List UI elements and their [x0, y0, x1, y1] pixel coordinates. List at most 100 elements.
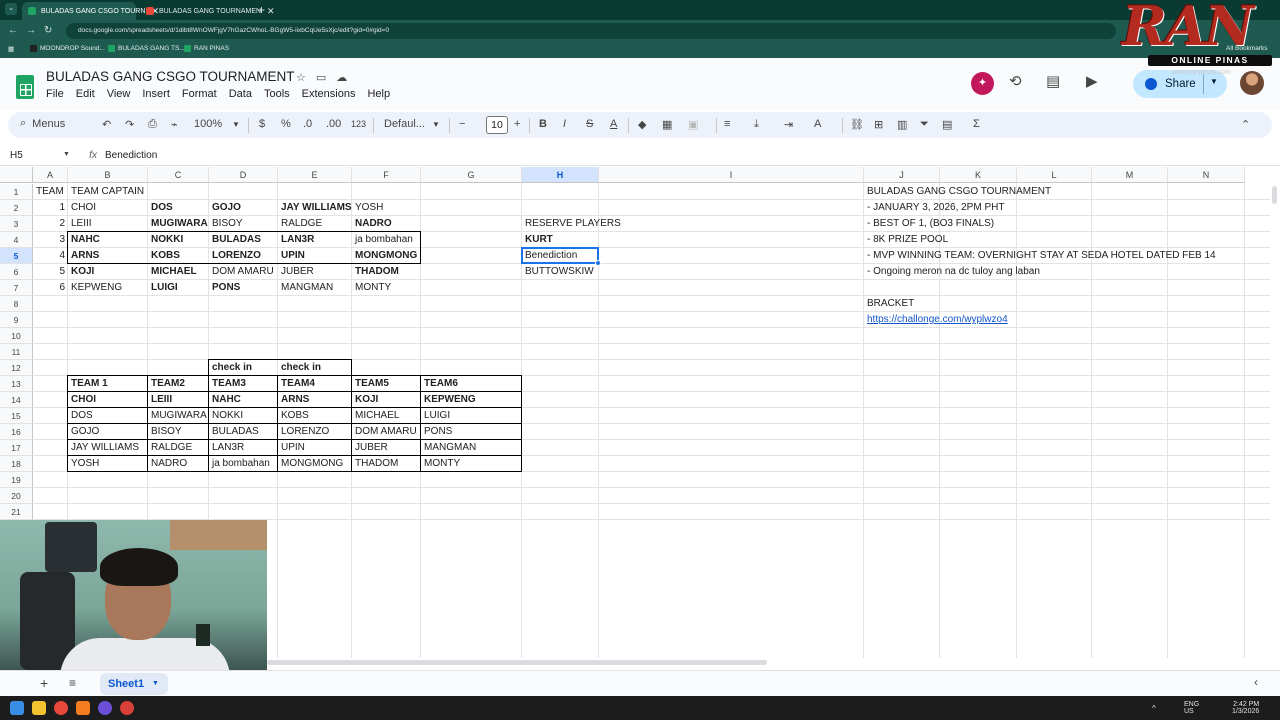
functions-icon[interactable]: Σ — [973, 118, 980, 130]
chevron-down-icon[interactable]: ▼ — [152, 673, 159, 695]
reserve-player-selected[interactable]: Benediction — [522, 248, 599, 264]
bookmark-moondrop[interactable]: MOONDROP Sound... — [30, 45, 105, 52]
increase-decimal-button[interactable]: .00 — [326, 118, 341, 130]
decrease-decimal-button[interactable]: .0 — [303, 118, 312, 130]
comments-icon[interactable]: ▤ — [1046, 72, 1060, 90]
text-color-icon[interactable]: A — [610, 118, 617, 130]
increase-font-size-icon[interactable]: + — [514, 118, 520, 130]
horizontal-align-icon[interactable]: ≡ — [724, 118, 730, 130]
language-indicator[interactable]: ENG US — [1184, 701, 1199, 715]
column-header-h[interactable]: H — [522, 167, 599, 183]
chevron-down-icon[interactable]: ▼ — [232, 120, 240, 129]
apps-icon[interactable]: ▦ — [8, 45, 14, 53]
column-header-a[interactable]: A — [33, 167, 68, 183]
row-header-17[interactable]: 17 — [0, 440, 33, 456]
row-header-21[interactable]: 21 — [0, 504, 33, 520]
menu-file[interactable]: File — [46, 88, 64, 100]
add-sheet-icon[interactable]: + — [40, 675, 48, 691]
row-header-4[interactable]: 4 — [0, 232, 33, 248]
column-header-l[interactable]: L — [1017, 167, 1092, 183]
row-header-12[interactable]: 12 — [0, 360, 33, 376]
all-sheets-icon[interactable]: ≡ — [69, 676, 76, 690]
app-icon[interactable] — [76, 701, 90, 715]
close-icon[interactable]: ✕ — [267, 6, 275, 17]
menu-extensions[interactable]: Extensions — [302, 88, 356, 100]
row-header-18[interactable]: 18 — [0, 456, 33, 472]
filter-icon[interactable]: ⏷ — [920, 118, 929, 131]
row-header-20[interactable]: 20 — [0, 488, 33, 504]
decrease-font-size-icon[interactable]: − — [459, 118, 465, 130]
column-header-n[interactable]: N — [1168, 167, 1245, 183]
avatar[interactable] — [1240, 71, 1264, 95]
zoom-select[interactable]: 100% — [194, 118, 222, 130]
row-header-19[interactable]: 19 — [0, 472, 33, 488]
row-header-16[interactable]: 16 — [0, 424, 33, 440]
insert-link-icon[interactable]: ⛓ — [850, 118, 864, 131]
column-header-j[interactable]: J — [864, 167, 940, 183]
reload-icon[interactable]: ↻ — [44, 25, 52, 36]
menu-data[interactable]: Data — [229, 88, 252, 100]
sheet-tab[interactable]: Sheet1 ▼ — [100, 673, 168, 695]
redo-icon[interactable]: ↷ — [125, 118, 134, 131]
column-header-k[interactable]: K — [940, 167, 1017, 183]
column-header-g[interactable]: G — [421, 167, 522, 183]
document-title[interactable]: BULADAS GANG CSGO TOURNAMENT — [46, 69, 295, 84]
merge-cells-icon[interactable]: ▣ — [688, 118, 698, 131]
meet-icon[interactable]: ▶ — [1086, 72, 1098, 90]
insert-comment-icon[interactable]: ⊞ — [874, 118, 883, 131]
undo-icon[interactable]: ↶ — [102, 118, 111, 131]
row-header-2[interactable]: 2 — [0, 200, 33, 216]
new-tab-icon[interactable]: + — [258, 3, 265, 17]
start-icon[interactable] — [10, 701, 24, 715]
row-header-5[interactable]: 5 — [0, 248, 33, 264]
browser-tab[interactable]: BULADAS GANG TOURNAMEN ✕ — [140, 2, 275, 20]
row-header-10[interactable]: 10 — [0, 328, 33, 344]
move-folder-icon[interactable]: ▭ — [316, 71, 326, 84]
text-rotation-icon[interactable]: A — [814, 118, 821, 130]
browser-tab-active[interactable]: BULADAS GANG CSGO TOURN ✕ — [22, 2, 159, 20]
bookmark-buladas[interactable]: BULADAS GANG TS... — [108, 45, 185, 52]
discord-icon[interactable] — [98, 701, 112, 715]
row-header-6[interactable]: 6 — [0, 264, 33, 280]
column-header-b[interactable]: B — [68, 167, 148, 183]
back-icon[interactable]: ← — [8, 25, 18, 36]
column-header-d[interactable]: D — [209, 167, 278, 183]
row-header-13[interactable]: 13 — [0, 376, 33, 392]
version-history-icon[interactable]: ⟲ — [1009, 72, 1022, 90]
column-header-c[interactable]: C — [148, 167, 209, 183]
row-header-3[interactable]: 3 — [0, 216, 33, 232]
row-header-7[interactable]: 7 — [0, 280, 33, 296]
print-icon[interactable]: ⎙ — [148, 118, 157, 131]
italic-icon[interactable]: I — [563, 118, 566, 130]
vertical-align-icon[interactable]: ⤓ — [754, 118, 759, 131]
app-icon[interactable] — [120, 701, 134, 715]
strikethrough-icon[interactable]: S — [586, 118, 593, 130]
column-header-i[interactable]: I — [599, 167, 864, 183]
chevron-down-icon[interactable]: ▼ — [1210, 77, 1218, 86]
filter-views-icon[interactable]: ▤ — [942, 118, 952, 131]
chevron-down-icon[interactable]: ▼ — [432, 120, 440, 129]
fill-color-icon[interactable]: ◆ — [638, 118, 646, 131]
borders-icon[interactable]: ▦ — [662, 118, 672, 131]
row-header-1[interactable]: 1 — [0, 184, 33, 200]
tray-chevron-icon[interactable]: ^ — [1152, 705, 1156, 713]
column-header-e[interactable]: E — [278, 167, 352, 183]
row-header-15[interactable]: 15 — [0, 408, 33, 424]
text-wrapping-icon[interactable]: ⇥ — [784, 118, 793, 131]
menu-edit[interactable]: Edit — [76, 88, 95, 100]
menu-tools[interactable]: Tools — [264, 88, 290, 100]
menu-insert[interactable]: Insert — [142, 88, 170, 100]
row-header-9[interactable]: 9 — [0, 312, 33, 328]
select-all-corner[interactable] — [0, 167, 33, 183]
bookmark-ranpinas[interactable]: RAN PINAS — [184, 45, 229, 52]
menu-view[interactable]: View — [107, 88, 131, 100]
row-header-8[interactable]: 8 — [0, 296, 33, 312]
clock[interactable]: 2:42 PM 1/3/2026 — [1232, 701, 1259, 715]
search-menus-button[interactable]: ⌕ Menus — [20, 117, 65, 130]
chevron-down-icon[interactable]: ▼ — [63, 151, 70, 158]
fill-handle[interactable] — [595, 260, 601, 266]
bold-icon[interactable]: B — [539, 118, 547, 130]
gemini-icon[interactable]: ✦ — [971, 72, 994, 95]
paint-format-icon[interactable]: ⌁ — [171, 118, 178, 131]
menu-help[interactable]: Help — [367, 88, 390, 100]
